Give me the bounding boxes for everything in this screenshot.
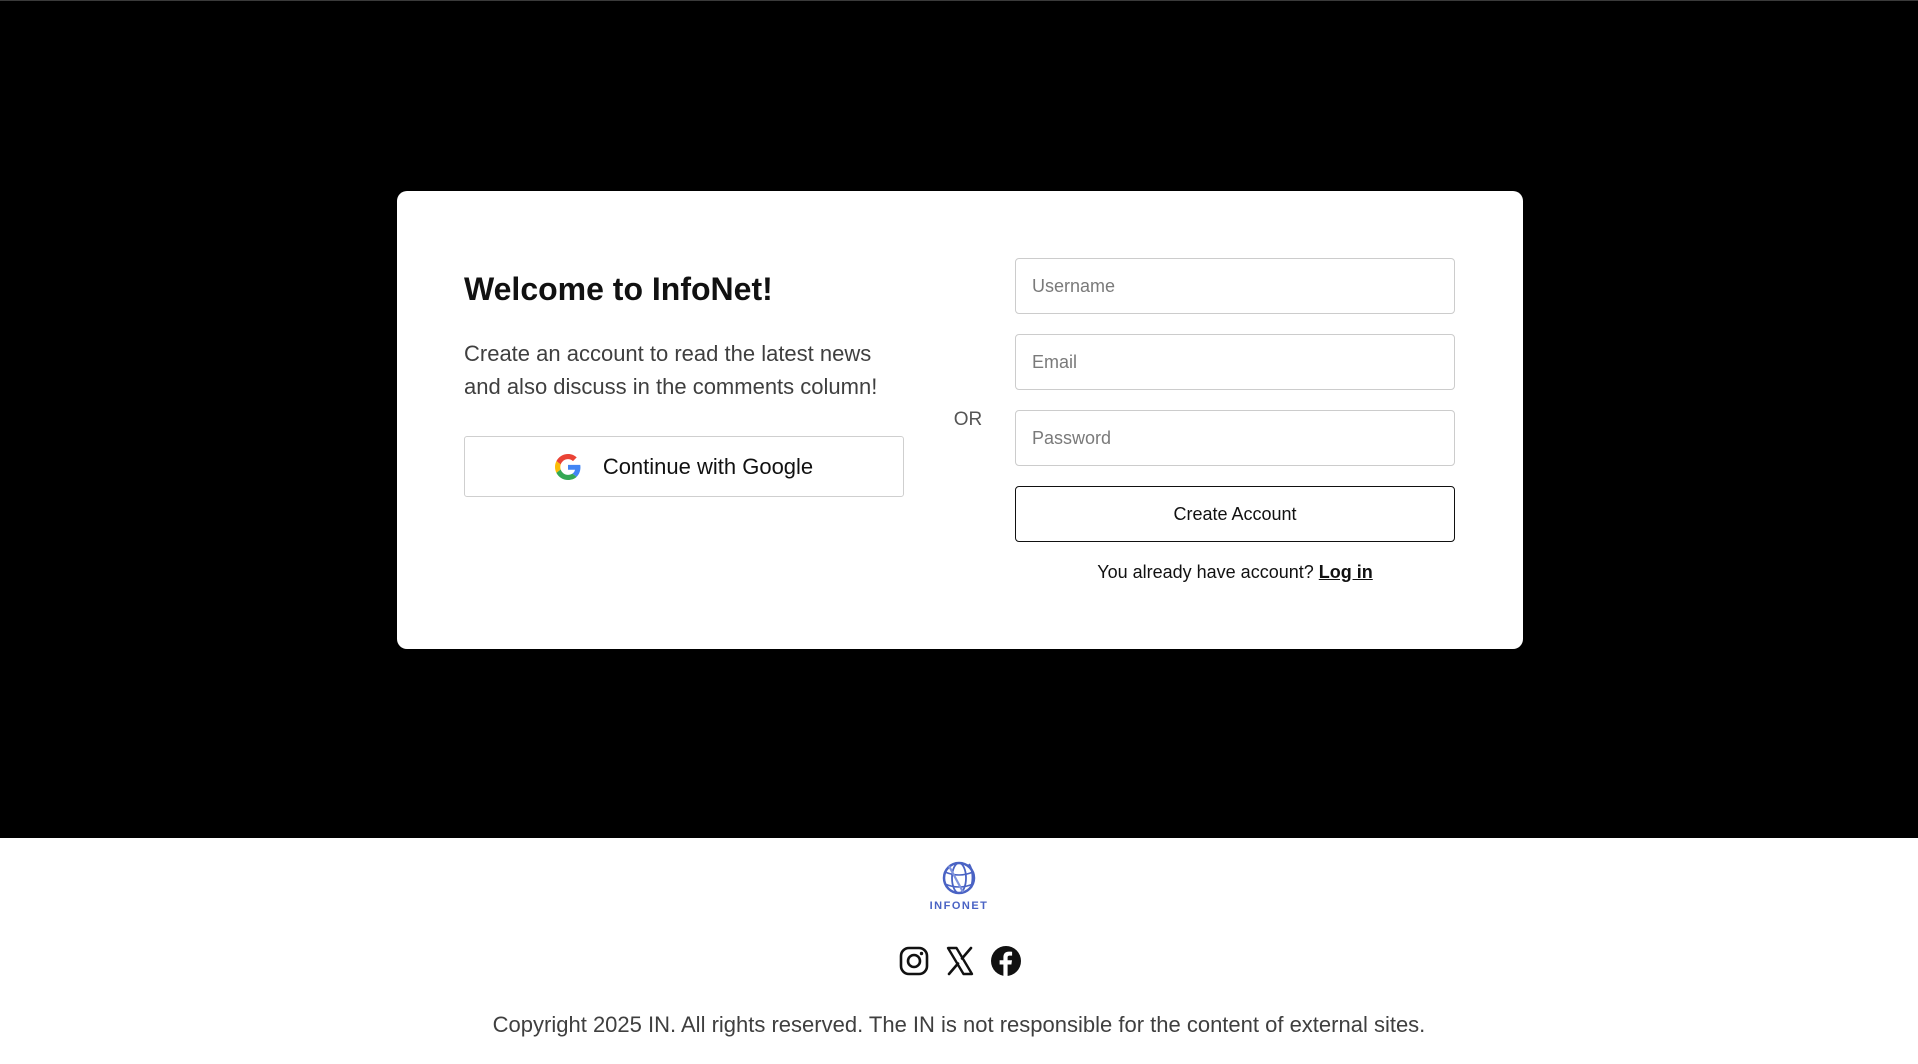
globe-logo-icon (942, 861, 976, 895)
username-input[interactable] (1015, 258, 1455, 314)
login-prompt-text: You already have account? (1097, 562, 1314, 582)
login-link[interactable]: Log in (1319, 562, 1373, 582)
x-icon[interactable] (944, 945, 976, 977)
welcome-section: Welcome to InfoNet! Create an account to… (464, 271, 904, 403)
password-input[interactable] (1015, 410, 1455, 466)
copyright-text: Copyright 2025 IN. All rights reserved. … (492, 1012, 1426, 1037)
social-links (898, 944, 1022, 978)
infonet-logo[interactable]: INFONET (929, 858, 989, 916)
facebook-icon[interactable] (990, 945, 1022, 977)
page-title: Welcome to InfoNet! (464, 271, 773, 307)
email-input[interactable] (1015, 334, 1455, 390)
google-icon (554, 453, 581, 480)
create-account-button[interactable]: Create Account (1015, 486, 1455, 542)
hero-background: Welcome to InfoNet! Create an account to… (0, 0, 1918, 838)
or-separator: OR (953, 409, 983, 430)
signup-card: Welcome to InfoNet! Create an account to… (397, 191, 1523, 649)
signup-form: Create Account You already have account?… (1015, 258, 1455, 583)
logo-text: INFONET (929, 900, 989, 912)
instagram-icon[interactable] (898, 945, 930, 977)
login-prompt: You already have account? Log in (1015, 562, 1455, 583)
google-button-label: Continue with Google (602, 453, 814, 479)
continue-with-google-button[interactable]: Continue with Google (464, 436, 904, 497)
welcome-subtitle: Create an account to read the latest new… (464, 341, 878, 399)
footer: INFONET Copyright 2025 IN. All rights re… (0, 838, 1918, 1064)
